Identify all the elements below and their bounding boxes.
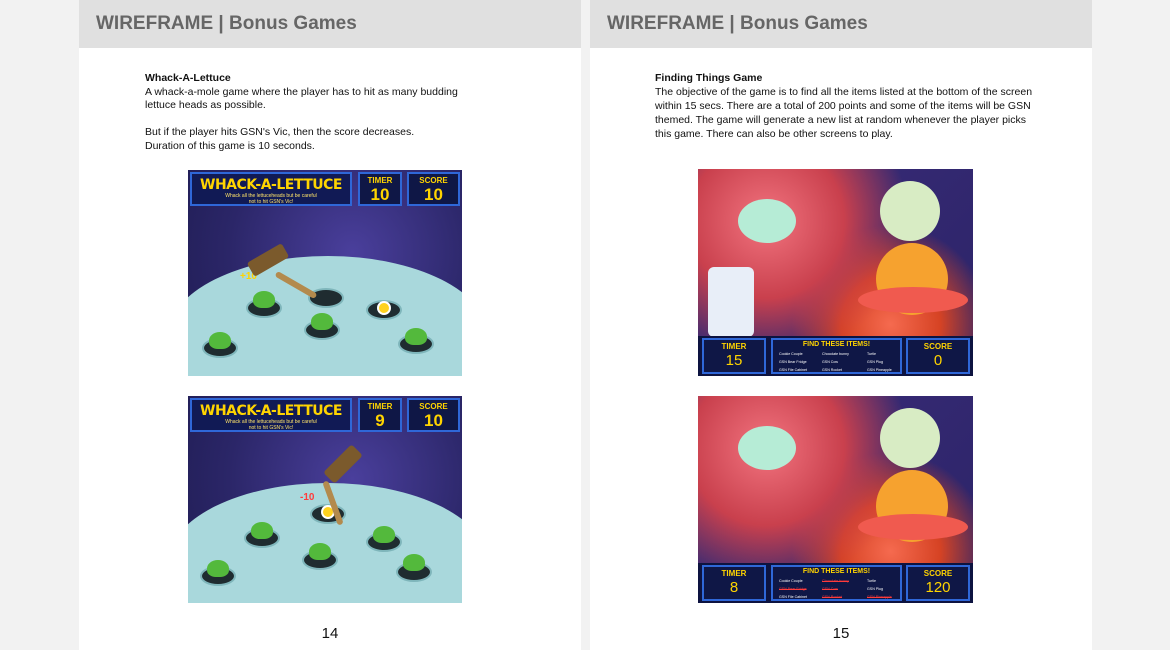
game-title-box: WHACK-A-LETTUCE Whack all the lettucehea… [190, 172, 352, 206]
timer-label: TIMER [367, 402, 393, 411]
section-title: Finding Things Game [655, 72, 763, 84]
find-item: GSN Rocket [822, 368, 842, 372]
find-item: Turtle [867, 579, 877, 583]
score-value: 10 [424, 185, 443, 204]
game-subtitle: Whack all the lettuceheads but be carefu… [225, 193, 317, 205]
score-box: SCORE 0 [906, 338, 970, 374]
score-label: SCORE [923, 569, 953, 578]
timer-value: 10 [370, 185, 390, 204]
timer-value: 15 [725, 352, 743, 369]
lettuce-head [311, 313, 333, 330]
lettuce-head [373, 526, 395, 543]
find-item: Cookie Couple [779, 579, 803, 583]
page-header-title: WIREFRAME | Bonus Games [607, 13, 868, 34]
timer-label: TIMER [721, 342, 747, 351]
description-line: The objective of the game is to find all… [655, 86, 1033, 98]
lettuce-head [253, 291, 275, 308]
game-title: WHACK-A-LETTUCE [200, 403, 342, 419]
lettuce-head [309, 543, 331, 560]
score-value: 10 [424, 411, 443, 430]
lettuce-head [403, 554, 425, 571]
find-title: FIND THESE ITEMS! [802, 341, 871, 348]
find-item: Chocolate bunny [822, 352, 849, 356]
find-item: GSN File Cabinet [779, 595, 807, 599]
timer-box: TIMER 9 [358, 398, 402, 432]
find-item: GSN Plug [867, 587, 883, 591]
description-line: within 15 secs. There are a total of 200… [655, 100, 1031, 112]
find-item: GSN Bear Fridge [779, 587, 807, 591]
timer-label: TIMER [367, 176, 393, 185]
page-header: WIREFRAME | Bonus Games [79, 0, 581, 48]
section-title: Whack-A-Lettuce [145, 72, 231, 84]
vic-character [377, 301, 391, 315]
timer-box: TIMER 8 [702, 565, 766, 601]
ufo-ring [858, 287, 968, 313]
description-line: lettuce heads as possible. [145, 99, 266, 111]
ice-cream [738, 426, 796, 470]
timer-value: 9 [375, 411, 385, 430]
score-label: SCORE [419, 176, 448, 185]
game-subtitle: Whack all the lettuceheads but be carefu… [225, 419, 317, 431]
fridge [708, 267, 754, 337]
page-number: 15 [832, 625, 850, 642]
score-label: SCORE [923, 342, 953, 351]
score-box: SCORE 10 [407, 172, 460, 206]
page-14: WIREFRAME | Bonus Games Whack-A-Lettuce … [79, 0, 581, 650]
page-header-title: WIREFRAME | Bonus Games [96, 13, 357, 34]
find-item: Turtle [867, 352, 877, 356]
find-item: GSN Cow [822, 587, 838, 591]
find-item: GSN Cow [822, 360, 838, 364]
description-line: Duration of this game is 10 seconds. [145, 140, 315, 152]
score-value: 0 [933, 352, 943, 369]
planet [880, 408, 940, 468]
timer-box: TIMER 15 [702, 338, 766, 374]
score-value: 120 [925, 579, 951, 596]
find-item: Chocolate bunny [822, 579, 849, 583]
find-item: GSN Plug [867, 360, 883, 364]
description-line: But if the player hits GSN's Vic, then t… [145, 126, 415, 138]
find-title: FIND THESE ITEMS! [802, 568, 871, 575]
lettuce-head [209, 332, 231, 349]
description-line: A whack-a-mole game where the player has… [145, 86, 458, 98]
score-box: SCORE 10 [407, 398, 460, 432]
find-items-box: FIND THESE ITEMS! Cookie Couple Chocolat… [771, 565, 902, 601]
page-header: WIREFRAME | Bonus Games [590, 0, 1092, 48]
timer-label: TIMER [721, 569, 747, 578]
find-items-box: FIND THESE ITEMS! Cookie Couple Chocolat… [771, 338, 902, 374]
game-title: WHACK-A-LETTUCE [200, 177, 342, 193]
find-item: GSN Rocket [822, 595, 842, 599]
finding-things-screenshot: TIMER 8 FIND THESE ITEMS! Cookie Couple … [698, 396, 973, 603]
find-item: GSN Bear Fridge [779, 360, 807, 364]
score-box: SCORE 120 [906, 565, 970, 601]
description-line: themed. The game will generate a new lis… [655, 114, 1027, 126]
find-item: GSN Pineapple [867, 368, 892, 372]
whack-a-lettuce-screenshot: WHACK-A-LETTUCE Whack all the lettucehea… [188, 396, 462, 603]
find-item: GSN File Cabinet [779, 368, 807, 372]
description-line: this game. There can also be other scree… [655, 128, 893, 140]
timer-box: TIMER 10 [358, 172, 402, 206]
finding-things-screenshot: TIMER 15 FIND THESE ITEMS! Cookie Couple… [698, 169, 973, 376]
whack-a-lettuce-screenshot: WHACK-A-LETTUCE Whack all the lettucehea… [188, 170, 462, 376]
score-popup: -10 [300, 492, 315, 503]
lettuce-head [251, 522, 273, 539]
game-title-box: WHACK-A-LETTUCE Whack all the lettucehea… [190, 398, 352, 432]
page-number: 14 [321, 625, 339, 642]
score-label: SCORE [419, 402, 448, 411]
lettuce-head [207, 560, 229, 577]
find-item: GSN Pineapple [867, 595, 892, 599]
ice-cream [738, 199, 796, 243]
timer-value: 8 [729, 579, 739, 596]
planet [880, 181, 940, 241]
lettuce-head [405, 328, 427, 345]
ufo-ring [858, 514, 968, 540]
page-15: WIREFRAME | Bonus Games Finding Things G… [590, 0, 1092, 650]
find-item: Cookie Couple [779, 352, 803, 356]
